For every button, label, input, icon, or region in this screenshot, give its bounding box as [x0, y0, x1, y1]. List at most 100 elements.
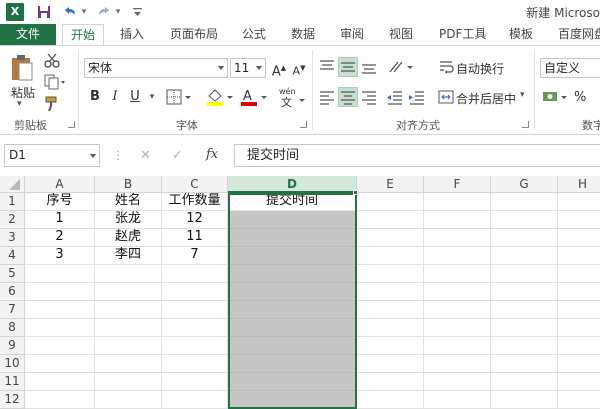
select-all-corner[interactable] — [0, 176, 25, 193]
phonetic-guide-icon[interactable]: wén 文 — [278, 86, 306, 111]
cell-g10[interactable] — [491, 355, 558, 373]
align-top-icon[interactable] — [318, 58, 336, 79]
increase-indent-icon[interactable] — [408, 88, 426, 109]
cell-h2[interactable] — [558, 211, 600, 229]
cell-b5[interactable] — [95, 265, 162, 283]
cell-d4[interactable] — [228, 247, 357, 265]
cell-e5[interactable] — [357, 265, 424, 283]
redo-dropdown-icon[interactable]: ▾ — [114, 2, 122, 22]
column-header-d[interactable]: D — [228, 176, 357, 193]
cell-e6[interactable] — [357, 283, 424, 301]
cell-b2[interactable]: 张龙 — [95, 211, 162, 229]
cell-h9[interactable] — [558, 337, 600, 355]
cell-g6[interactable] — [491, 283, 558, 301]
row-header-8[interactable]: 8 — [0, 319, 25, 337]
cell-g4[interactable] — [491, 247, 558, 265]
cell-c12[interactable] — [162, 391, 228, 409]
decrease-indent-icon[interactable] — [386, 88, 404, 109]
cell-b11[interactable] — [95, 373, 162, 391]
alignment-launcher-icon[interactable] — [522, 121, 529, 128]
clipboard-launcher-icon[interactable] — [68, 121, 75, 128]
merge-center-button[interactable]: 合并后居中 — [456, 90, 516, 107]
cell-f5[interactable] — [424, 265, 491, 283]
cell-h10[interactable] — [558, 355, 600, 373]
row-header-6[interactable]: 6 — [0, 283, 25, 301]
cell-c8[interactable] — [162, 319, 228, 337]
cell-f11[interactable] — [424, 373, 491, 391]
column-header-a[interactable]: A — [25, 176, 95, 193]
row-header-3[interactable]: 3 — [0, 229, 25, 247]
insert-function-button[interactable]: fx — [206, 147, 218, 162]
undo-icon[interactable] — [62, 2, 78, 22]
row-header-9[interactable]: 9 — [0, 337, 25, 355]
cell-h7[interactable] — [558, 301, 600, 319]
cell-e7[interactable] — [357, 301, 424, 319]
fill-handle[interactable] — [353, 190, 358, 195]
cell-a2[interactable]: 1 — [25, 211, 95, 229]
shrink-font-button[interactable]: A▼ — [290, 59, 308, 78]
tab-file[interactable]: 文件 — [0, 24, 56, 45]
cell-b7[interactable] — [95, 301, 162, 319]
fill-color-icon[interactable] — [206, 88, 234, 109]
cell-a3[interactable]: 2 — [25, 229, 95, 247]
cell-e3[interactable] — [357, 229, 424, 247]
cell-c9[interactable] — [162, 337, 228, 355]
cell-a10[interactable] — [25, 355, 95, 373]
row-header-7[interactable]: 7 — [0, 301, 25, 319]
borders-icon[interactable] — [166, 89, 192, 108]
font-name-select[interactable]: 宋体 — [84, 58, 228, 78]
align-right-icon[interactable] — [360, 88, 378, 109]
cell-f6[interactable] — [424, 283, 491, 301]
cell-d9[interactable] — [228, 337, 357, 355]
cell-b6[interactable] — [95, 283, 162, 301]
customize-qat-icon[interactable] — [132, 2, 142, 22]
cell-a6[interactable] — [25, 283, 95, 301]
cell-c5[interactable] — [162, 265, 228, 283]
cell-d12[interactable] — [228, 391, 357, 409]
cell-e10[interactable] — [357, 355, 424, 373]
tab-formulas[interactable]: 公式 — [242, 24, 266, 45]
cell-h3[interactable] — [558, 229, 600, 247]
cell-f1[interactable] — [424, 193, 491, 211]
column-header-h[interactable]: H — [558, 176, 600, 193]
formula-input[interactable]: 提交时间 — [234, 144, 600, 167]
cell-g5[interactable] — [491, 265, 558, 283]
cell-b9[interactable] — [95, 337, 162, 355]
column-header-f[interactable]: F — [424, 176, 491, 193]
row-header-1[interactable]: 1 — [0, 193, 25, 211]
cell-c4[interactable]: 7 — [162, 247, 228, 265]
column-header-g[interactable]: G — [491, 176, 558, 193]
cell-a8[interactable] — [25, 319, 95, 337]
column-header-e[interactable]: E — [357, 176, 424, 193]
font-launcher-icon[interactable] — [300, 121, 307, 128]
tab-page-layout[interactable]: 页面布局 — [170, 24, 218, 45]
cell-c6[interactable] — [162, 283, 228, 301]
column-header-c[interactable]: C — [162, 176, 228, 193]
cell-c10[interactable] — [162, 355, 228, 373]
cell-h11[interactable] — [558, 373, 600, 391]
cell-b4[interactable]: 李四 — [95, 247, 162, 265]
cell-g2[interactable] — [491, 211, 558, 229]
cell-b3[interactable]: 赵虎 — [95, 229, 162, 247]
cell-f2[interactable] — [424, 211, 491, 229]
row-header-4[interactable]: 4 — [0, 247, 25, 265]
cell-a7[interactable] — [25, 301, 95, 319]
merge-dropdown-icon[interactable]: ▾ — [520, 90, 525, 100]
tab-pdf-tools[interactable]: PDF工具 — [439, 24, 486, 45]
cell-b12[interactable] — [95, 391, 162, 409]
cell-f8[interactable] — [424, 319, 491, 337]
tab-home[interactable]: 开始 — [62, 24, 105, 46]
cell-a11[interactable] — [25, 373, 95, 391]
align-left-icon[interactable] — [318, 88, 336, 109]
row-header-2[interactable]: 2 — [0, 211, 25, 229]
save-icon[interactable] — [36, 2, 52, 22]
cell-a5[interactable] — [25, 265, 95, 283]
undo-dropdown-icon[interactable]: ▾ — [80, 2, 88, 22]
tab-insert[interactable]: 插入 — [120, 24, 144, 45]
cell-c2[interactable]: 12 — [162, 211, 228, 229]
paste-icon[interactable] — [10, 54, 34, 85]
enter-entry-button[interactable]: ✓ — [172, 148, 183, 163]
cell-h1[interactable] — [558, 193, 600, 211]
copy-icon[interactable] — [44, 74, 66, 93]
paste-dropdown-icon[interactable]: ▾ — [17, 99, 22, 109]
